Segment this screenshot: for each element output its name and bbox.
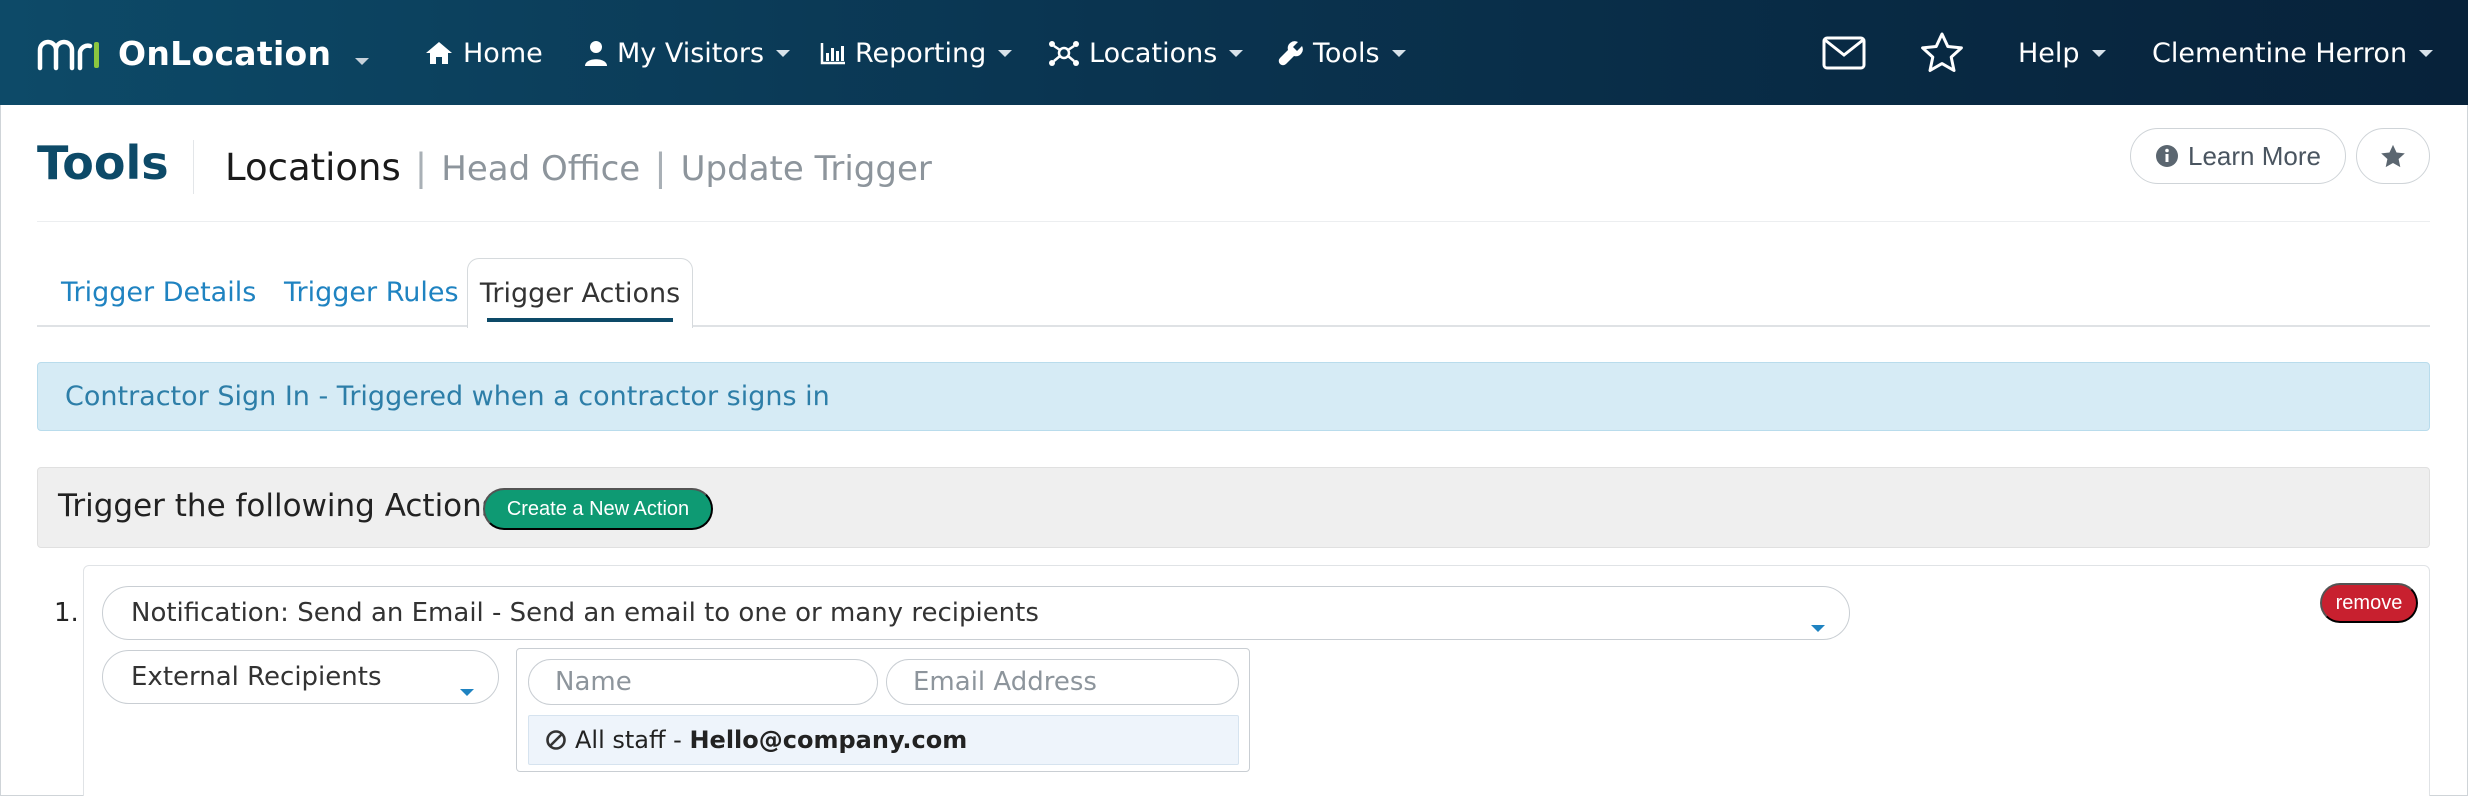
breadcrumb-separator: | [414, 146, 428, 189]
info-circle-icon [2156, 145, 2179, 167]
breadcrumb: Locations | Head Office | Update Trigger [225, 146, 932, 189]
chevron-down-icon [998, 49, 1013, 57]
chevron-down-icon [1391, 49, 1406, 57]
recipient-list-item: All staff - Hello@company.com [528, 715, 1239, 765]
caret-down-icon [460, 673, 474, 703]
learn-more-label: Learn More [2188, 140, 2321, 171]
breadcrumb-update-trigger: Update Trigger [680, 149, 932, 189]
remove-action-button[interactable]: remove [2320, 583, 2418, 623]
recipient-type-value: External Recipients [131, 662, 382, 692]
nav-reporting-label: Reporting [855, 37, 987, 69]
nav-locations[interactable]: Locations [1048, 30, 1244, 76]
trigger-info-text: Contractor Sign In - Triggered when a co… [65, 381, 830, 412]
mri-logo-icon [37, 39, 99, 71]
chevron-down-icon [776, 49, 791, 57]
home-icon [426, 42, 452, 64]
breadcrumb-separator: | [654, 146, 667, 189]
breadcrumb-head-office[interactable]: Head Office [441, 149, 640, 189]
star-icon [2381, 144, 2405, 167]
brand-dropdown-caret[interactable] [355, 50, 369, 69]
actions-header: Trigger the following Actions Create a N… [37, 467, 2430, 548]
learn-more-button[interactable]: Learn More [2130, 128, 2346, 184]
nav-help[interactable]: Help [2018, 30, 2106, 76]
user-name: Clementine Herron [2152, 37, 2408, 69]
header-divider [37, 221, 2430, 222]
bar-chart-icon [820, 43, 845, 65]
recipient-type-select[interactable]: External Recipients [102, 650, 499, 704]
nav-my-visitors-label: My Visitors [617, 37, 765, 69]
chevron-down-icon [2419, 49, 2434, 57]
chevron-down-icon [355, 58, 369, 65]
action-number: 1. [54, 598, 79, 628]
chevron-down-icon [2091, 49, 2106, 57]
user-icon [585, 41, 607, 66]
nav-locations-label: Locations [1089, 37, 1218, 69]
actions-heading: Trigger the following Actions [58, 488, 498, 524]
breadcrumb-locations[interactable]: Locations [225, 146, 401, 189]
top-navbar: OnLocation Home My Visitors Reporting Lo… [0, 0, 2468, 105]
chevron-down-icon [1229, 49, 1244, 57]
recipient-email: Hello@company.com [689, 726, 968, 754]
nav-home-label: Home [463, 37, 543, 69]
favorite-page-button[interactable] [2356, 128, 2430, 184]
tab-trigger-details[interactable]: Trigger Details [61, 258, 256, 326]
brand-name: OnLocation [118, 33, 332, 73]
caret-down-icon [1811, 609, 1825, 639]
active-tab-indicator [487, 318, 673, 322]
brand[interactable]: OnLocation [36, 28, 331, 78]
ban-icon[interactable] [545, 729, 567, 751]
create-new-action-button[interactable]: Create a New Action [483, 488, 713, 530]
envelope-icon [1822, 36, 1866, 70]
recipient-email-input[interactable] [886, 659, 1239, 705]
page-title: Tools [37, 136, 169, 190]
messages-button[interactable] [1819, 28, 1869, 78]
tab-trigger-rules[interactable]: Trigger Rules [284, 258, 459, 326]
nav-tools-label: Tools [1313, 37, 1380, 69]
action-type-select[interactable]: Notification: Send an Email - Send an em… [102, 586, 1850, 640]
action-type-value: Notification: Send an Email - Send an em… [131, 598, 1039, 628]
recipient-separator: - [665, 726, 690, 754]
user-menu[interactable]: Clementine Herron [2152, 30, 2434, 76]
favorites-button[interactable] [1917, 28, 1967, 78]
recipient-name: All staff [575, 726, 666, 754]
star-outline-icon [1921, 32, 1963, 72]
network-icon [1049, 41, 1079, 66]
trigger-info-alert: Contractor Sign In - Triggered when a co… [37, 362, 2430, 431]
nav-tools[interactable]: Tools [1278, 30, 1406, 76]
nav-help-label: Help [2018, 37, 2080, 69]
recipient-name-input[interactable] [528, 659, 878, 705]
nav-home[interactable]: Home [424, 30, 543, 76]
external-recipients-panel: All staff - Hello@company.com [516, 648, 1250, 772]
wrench-icon [1278, 41, 1303, 66]
nav-my-visitors[interactable]: My Visitors [584, 30, 791, 76]
title-divider [193, 140, 194, 194]
nav-reporting[interactable]: Reporting [820, 30, 1013, 76]
